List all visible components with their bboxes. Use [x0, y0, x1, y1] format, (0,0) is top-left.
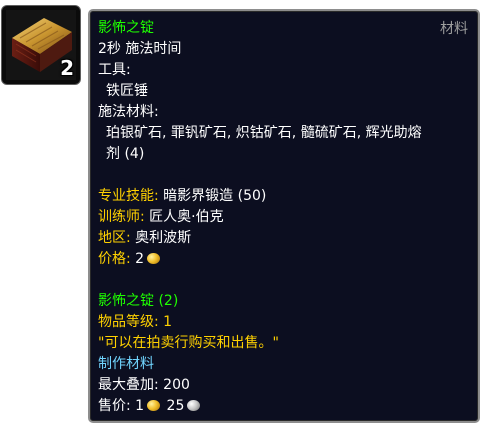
reagents-line-1: 珀银矿石, 罪钒矿石, 炽钴矿石, 髓硫矿石, 辉光助熔: [106, 125, 422, 141]
flavor-text: "可以在拍卖行购买和出售。": [98, 335, 279, 351]
sell-price-row: 售价: 1 25: [98, 396, 202, 416]
created-item: 影怖之锭 (2): [98, 293, 179, 309]
cast-time: 2秒 施法时间: [98, 41, 182, 57]
profession-label: 专业技能:: [98, 188, 159, 204]
trainer-row: 训练师: 匠人奥·伯克: [98, 207, 224, 227]
reagents-label: 施法材料:: [98, 104, 159, 120]
price-gold-amount: 2: [135, 251, 145, 267]
item-tooltip: 影怖之锭 材料 2秒 施法时间 工具: 铁匠锤 施法材料: 珀银矿石, 罪钒矿石…: [88, 9, 480, 423]
sell-price-label: 售价:: [98, 398, 131, 414]
profession-row: 专业技能: 暗影界锻造 (50): [98, 186, 266, 206]
category-label: 材料: [440, 21, 468, 37]
tool-item: 铁匠锤: [106, 83, 148, 99]
price-row: 价格: 2: [98, 249, 162, 269]
gold-coin-icon: [147, 253, 161, 264]
max-stack-label: 最大叠加:: [98, 377, 159, 393]
price-label: 价格:: [98, 251, 131, 267]
zone-label: 地区:: [98, 230, 131, 246]
profession-value: 暗影界锻造 (50): [163, 188, 267, 204]
tools-label: 工具:: [98, 62, 131, 78]
item-level-label: 物品等级:: [98, 314, 159, 330]
trainer-label: 训练师:: [98, 209, 145, 225]
zone-value: 奥利波斯: [135, 230, 192, 246]
trainer-value: 匠人奥·伯克: [149, 209, 224, 225]
item-level-row: 物品等级: 1: [98, 312, 172, 332]
sell-silver-amount: 25: [166, 398, 185, 414]
max-stack-value: 200: [163, 377, 190, 393]
item-level-value: 1: [163, 314, 173, 330]
zone-row: 地区: 奥利波斯: [98, 228, 191, 248]
sell-gold-amount: 1: [135, 398, 145, 414]
max-stack-row: 最大叠加: 200: [98, 375, 190, 395]
silver-coin-icon: [187, 400, 201, 411]
reagents-line-2: 剂 (4): [106, 146, 145, 162]
crafting-reagent-tag: 制作材料: [98, 356, 154, 372]
stack-count: 2: [60, 56, 74, 80]
spell-name: 影怖之锭: [98, 20, 154, 36]
gold-coin-icon: [147, 400, 161, 411]
item-icon-slot[interactable]: 2: [1, 5, 81, 85]
